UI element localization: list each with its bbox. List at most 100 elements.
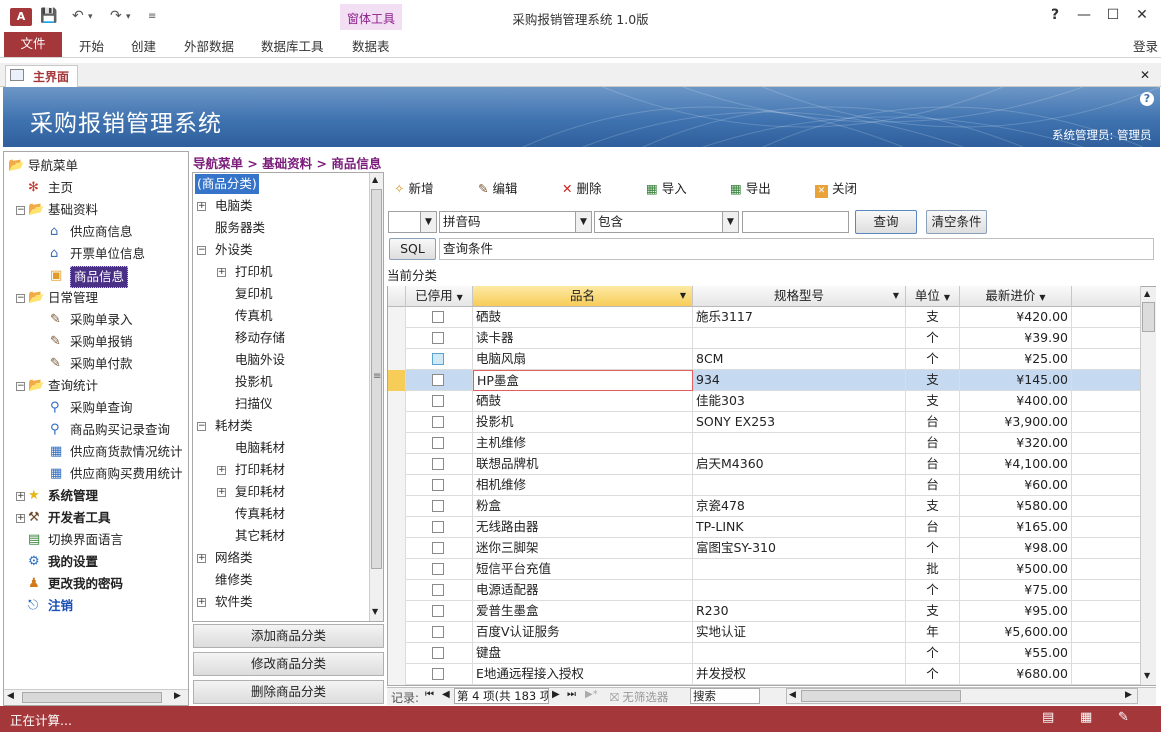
nav-item[interactable]: ♟ 更改我的密码: [6, 573, 188, 595]
cell-name[interactable]: 读卡器: [473, 328, 693, 349]
row-selector[interactable]: [388, 412, 406, 433]
table-row[interactable]: 无线路由器 TP-LINK 台 ¥165.00: [388, 517, 1141, 538]
column-header-name[interactable]: 品名 ▼: [473, 286, 693, 307]
category-item[interactable]: 服务器类: [195, 217, 367, 239]
category-scrollbar[interactable]: ▲ ▼: [369, 173, 383, 621]
table-row[interactable]: 读卡器 个 ¥39.90: [388, 328, 1141, 349]
cell-unit[interactable]: 台: [906, 517, 960, 538]
table-row[interactable]: 电源适配器 个 ¥75.00: [388, 580, 1141, 601]
category-item[interactable]: 传真耗材: [195, 503, 367, 525]
cell-price[interactable]: ¥400.00: [960, 391, 1072, 412]
scroll-right-icon[interactable]: ▶: [1125, 690, 1132, 700]
table-row[interactable]: 爱普生墨盒 R230 支 ¥95.00: [388, 601, 1141, 622]
disabled-checkbox[interactable]: [432, 353, 444, 365]
row-selector[interactable]: [388, 664, 406, 685]
nav-item[interactable]: ✎ 采购单报销: [6, 331, 188, 353]
collapse-icon[interactable]: −: [16, 382, 25, 391]
cell-spec[interactable]: 富图宝SY-310: [693, 538, 906, 559]
cell-price[interactable]: ¥55.00: [960, 643, 1072, 664]
cell-price[interactable]: ¥580.00: [960, 496, 1072, 517]
category-item[interactable]: 电脑耗材: [195, 437, 367, 459]
cell-name[interactable]: 主机维修: [473, 433, 693, 454]
cell-name[interactable]: 相机维修: [473, 475, 693, 496]
cell-name[interactable]: 无线路由器: [473, 517, 693, 538]
nav-scroll-thumb[interactable]: [22, 692, 162, 703]
cell-name[interactable]: 硒鼓: [473, 307, 693, 328]
cell-spec[interactable]: [693, 559, 906, 580]
cell-spec[interactable]: 并发授权: [693, 664, 906, 685]
cell-name[interactable]: 爱普生墨盒: [473, 601, 693, 622]
cell-spec[interactable]: 京瓷478: [693, 496, 906, 517]
cell-price[interactable]: ¥5,600.00: [960, 622, 1072, 643]
tab-database-tools[interactable]: 数据库工具: [261, 36, 324, 55]
first-record-icon[interactable]: ⏮: [425, 689, 434, 700]
table-row[interactable]: 百度V认证服务 实地认证年 ¥5,600.00: [388, 622, 1141, 643]
select-all-corner[interactable]: [388, 286, 406, 307]
login-link[interactable]: 登录: [1133, 36, 1158, 55]
disabled-checkbox[interactable]: [432, 437, 444, 449]
expand-icon[interactable]: +: [16, 492, 25, 501]
disabled-checkbox[interactable]: [432, 542, 444, 554]
expand-icon[interactable]: +: [16, 514, 25, 523]
disabled-checkbox[interactable]: [432, 647, 444, 659]
cell-spec[interactable]: TP-LINK: [693, 517, 906, 538]
sql-button[interactable]: SQL: [389, 238, 436, 260]
cell-price[interactable]: ¥4,100.00: [960, 454, 1072, 475]
cell-price[interactable]: ¥320.00: [960, 433, 1072, 454]
clear-conditions-button[interactable]: 清空条件: [926, 210, 987, 234]
cell-unit[interactable]: 个: [906, 664, 960, 685]
new-record-icon[interactable]: ▶*: [585, 689, 598, 700]
search-value-input[interactable]: [742, 211, 849, 233]
next-record-icon[interactable]: ▶: [552, 689, 560, 700]
row-selector[interactable]: [388, 475, 406, 496]
grid-scroll-thumb[interactable]: [1142, 302, 1155, 332]
cell-spec[interactable]: [693, 643, 906, 664]
scroll-up-icon[interactable]: ▲: [372, 175, 378, 184]
disabled-checkbox[interactable]: [432, 332, 444, 344]
tab-datasheet[interactable]: 数据表: [352, 36, 390, 55]
nav-item[interactable]: ⌂ 供应商信息: [6, 221, 188, 243]
tab-external-data[interactable]: 外部数据: [184, 36, 234, 55]
disabled-checkbox[interactable]: [432, 500, 444, 512]
grid-horizontal-scrollbar[interactable]: ◀ ▶: [786, 688, 1138, 704]
cell-spec[interactable]: [693, 475, 906, 496]
nav-item[interactable]: ⎋ 注销: [6, 595, 188, 617]
expand-icon[interactable]: +: [217, 466, 226, 475]
cell-name[interactable]: 硒鼓: [473, 391, 693, 412]
chevron-down-icon[interactable]: ▼: [575, 212, 591, 232]
form-view-icon[interactable]: ▤: [1042, 710, 1054, 725]
nav-horizontal-scrollbar[interactable]: ◀ ▶: [4, 689, 188, 705]
sort-filter-icon[interactable]: ▼: [457, 293, 463, 302]
cell-name[interactable]: 百度V认证服务: [473, 622, 693, 643]
scroll-down-icon[interactable]: ▼: [1144, 671, 1150, 680]
nav-item[interactable]: − 📂 查询统计: [6, 375, 188, 397]
edit-button[interactable]: ✎ 编辑: [478, 179, 517, 199]
nav-item[interactable]: 📂 导航菜单: [6, 155, 188, 177]
cell-spec[interactable]: 934: [693, 370, 906, 391]
cell-spec[interactable]: 启天M4360: [693, 454, 906, 475]
nav-item[interactable]: ▤ 切换界面语言: [6, 529, 188, 551]
disabled-checkbox[interactable]: [432, 311, 444, 323]
row-selector[interactable]: [388, 622, 406, 643]
nav-item[interactable]: + ★ 系统管理: [6, 485, 188, 507]
category-item[interactable]: + 打印耗材: [195, 459, 367, 481]
help-circle-icon[interactable]: ?: [1140, 92, 1154, 106]
disabled-checkbox[interactable]: [432, 395, 444, 407]
cell-spec[interactable]: 8CM: [693, 349, 906, 370]
new-button[interactable]: ✧ 新增: [394, 179, 433, 199]
cell-name[interactable]: 投影机: [473, 412, 693, 433]
column-header-disabled[interactable]: 已停用 ▼: [406, 286, 473, 307]
scroll-left-icon[interactable]: ◀: [7, 691, 14, 701]
cell-name[interactable]: 键盘: [473, 643, 693, 664]
column-header-unit[interactable]: 单位 ▼: [906, 286, 960, 307]
disabled-checkbox[interactable]: [432, 668, 444, 680]
field-select[interactable]: 拼音码 ▼: [439, 211, 592, 233]
datasheet-view-icon[interactable]: ▦: [1080, 710, 1092, 725]
grid-vertical-scrollbar[interactable]: ▲ ▼: [1140, 287, 1156, 685]
grid-hscroll-thumb[interactable]: [801, 690, 961, 702]
category-item[interactable]: 复印机: [195, 283, 367, 305]
add-category-button[interactable]: 添加商品分类: [193, 624, 384, 648]
cell-unit[interactable]: 个: [906, 538, 960, 559]
tab-file[interactable]: 文件: [4, 32, 62, 57]
scroll-up-icon[interactable]: ▲: [1144, 289, 1150, 298]
